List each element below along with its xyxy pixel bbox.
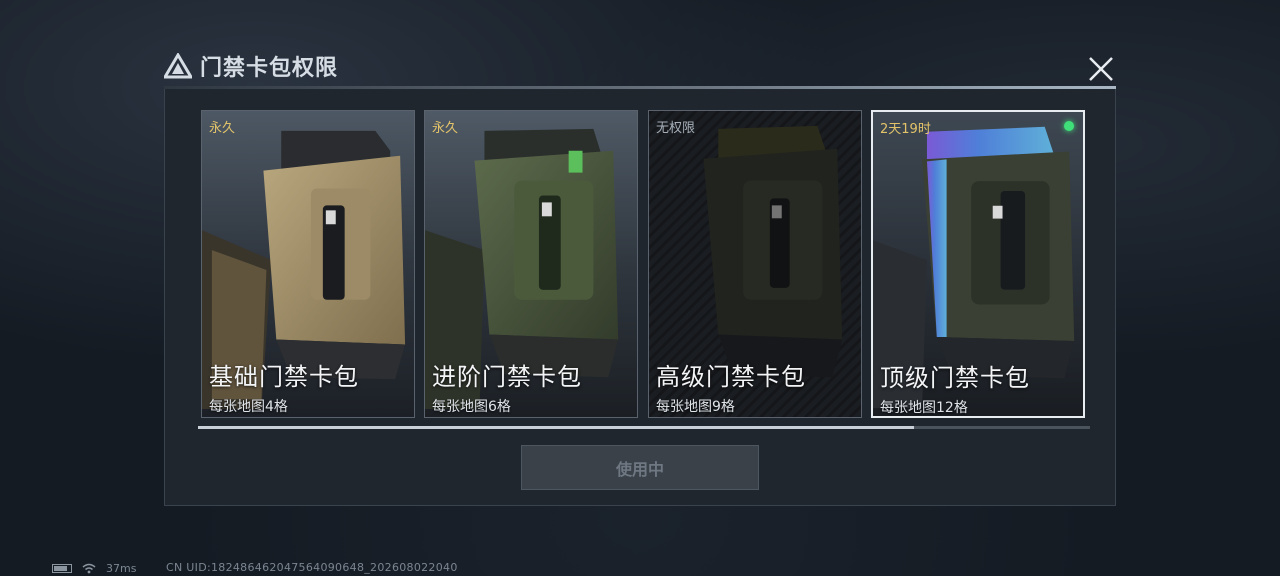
card-list: 永久 基础门禁卡包 每张地图4格 永久 进阶门禁卡包 每张地图6格 无权限 高级… [201, 110, 1091, 420]
card-premium[interactable]: 无权限 高级门禁卡包 每张地图9格 [648, 110, 862, 418]
card-description: 每张地图9格 [656, 399, 735, 415]
ping-text: 37ms [106, 561, 137, 575]
active-indicator-dot [1064, 121, 1074, 131]
panel-accent-line [164, 86, 1116, 89]
card-status: 永久 [432, 121, 459, 136]
status-bar: 37ms [52, 561, 136, 575]
card-status: 永久 [209, 121, 236, 136]
card-title: 进阶门禁卡包 [432, 363, 582, 391]
wifi-icon [82, 563, 96, 573]
uid-text: CN UID:1824864620475640906​48_2026080220… [166, 561, 458, 574]
card-advanced[interactable]: 永久 进阶门禁卡包 每张地图6格 [424, 110, 638, 418]
card-title: 顶级门禁卡包 [880, 364, 1030, 392]
dialog-header: 门禁卡包权限 [164, 50, 338, 82]
card-title: 基础门禁卡包 [209, 363, 359, 391]
scrollbar-thumb[interactable] [198, 426, 914, 429]
in-use-button[interactable]: 使用中 [521, 445, 759, 490]
card-description: 每张地图12格 [880, 400, 968, 416]
dialog-title: 门禁卡包权限 [200, 56, 339, 81]
card-description: 每张地图6格 [432, 399, 511, 415]
card-title: 高级门禁卡包 [656, 363, 806, 391]
card-description: 每张地图4格 [209, 399, 288, 415]
horizontal-scrollbar[interactable] [198, 426, 1090, 429]
card-status: 无权限 [656, 121, 696, 136]
battery-icon [52, 563, 72, 573]
card-top[interactable]: 2天19时 顶级门禁卡包 每张地图12格 [871, 110, 1085, 418]
card-basic[interactable]: 永久 基础门禁卡包 每张地图4格 [201, 110, 415, 418]
card-status: 2天19时 [880, 122, 931, 137]
triangle-logo-icon [164, 53, 192, 79]
close-icon[interactable] [1086, 54, 1116, 84]
